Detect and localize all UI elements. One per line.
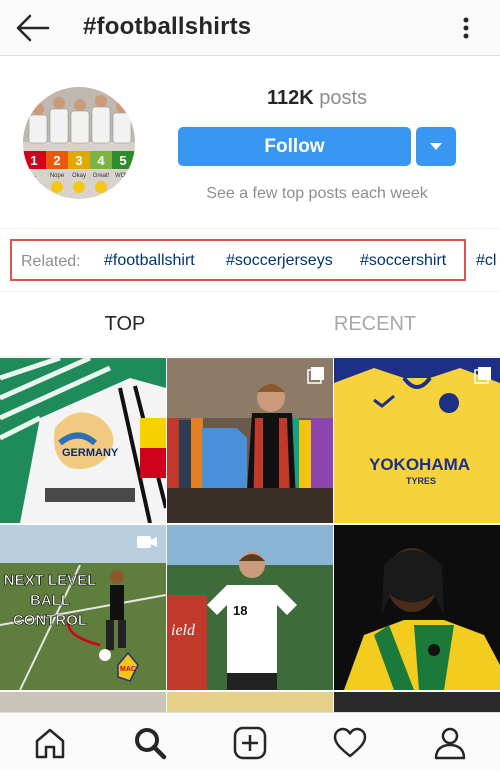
post-text: CONTROL — [13, 612, 87, 629]
top-bar: #footballshirts — [0, 0, 500, 56]
posts-count: 112K posts — [178, 87, 456, 110]
post-thumbnail[interactable] — [167, 692, 333, 712]
tab-recent[interactable]: RECENT — [250, 313, 500, 336]
tab-top[interactable]: TOP — [0, 313, 250, 336]
avatar-word: Okay — [72, 173, 86, 179]
posts-label: posts — [319, 87, 368, 109]
hashtag-header: 1 2 3 4 5 ... Nope Okay Great! WOW 112K … — [0, 57, 500, 227]
more-vertical-icon[interactable] — [452, 12, 480, 44]
avatar-word: WOW — [115, 173, 131, 179]
related-tag[interactable]: #footballshirt — [104, 252, 195, 270]
search-icon[interactable] — [132, 725, 168, 761]
related-tag[interactable]: #cl — [476, 252, 496, 270]
follow-subtext: See a few top posts each week — [206, 185, 428, 202]
hashtag-title: #footballshirts — [83, 13, 252, 40]
post-bg-text: ield — [171, 622, 196, 639]
related-hashtags-bar[interactable]: Related: #footballshirt #soccerjerseys #… — [0, 228, 500, 292]
avatar-number: 4 — [97, 153, 105, 168]
posts-number: 112K — [266, 87, 314, 109]
follow-button[interactable]: Follow — [178, 127, 411, 166]
post-tabs: TOP RECENT — [0, 293, 500, 357]
hashtag-avatar: 1 2 3 4 5 ... Nope Okay Great! WOW — [23, 87, 135, 199]
post-thumbnail[interactable] — [334, 525, 500, 690]
post-thumbnail[interactable]: NEXT LEVEL BALL CONTROL MAC — [0, 525, 166, 690]
post-badge: MAC — [120, 666, 136, 673]
add-post-icon[interactable] — [232, 725, 268, 761]
post-thumbnail[interactable]: GERMANY — [0, 358, 166, 523]
avatar-number: 5 — [119, 153, 126, 168]
avatar-number: 3 — [75, 153, 82, 168]
post-thumbnail[interactable] — [167, 358, 333, 523]
post-thumbnail[interactable]: ield 18 — [167, 525, 333, 690]
avatar-word: ... — [31, 173, 36, 179]
caret-down-icon — [430, 143, 442, 150]
avatar-number: 2 — [53, 153, 60, 168]
home-icon[interactable] — [32, 725, 68, 761]
avatar-word: Nope — [50, 173, 65, 179]
avatar-number: 1 — [30, 153, 37, 168]
related-tag[interactable]: #soccerjerseys — [226, 252, 333, 270]
post-subtext: TYRES — [406, 476, 436, 486]
avatar-word: Great! — [93, 173, 110, 179]
post-thumbnail[interactable] — [334, 692, 500, 712]
related-tag[interactable]: #soccershirt — [360, 252, 446, 270]
post-number: 18 — [233, 603, 247, 618]
bottom-navigation — [0, 712, 500, 770]
post-text: NEXT LEVEL — [4, 572, 97, 589]
related-label: Related: — [21, 253, 81, 270]
multiple-posts-icon — [474, 367, 491, 384]
post-text: BALL — [30, 592, 70, 609]
back-arrow-icon[interactable] — [14, 12, 50, 44]
follow-dropdown-button[interactable] — [416, 127, 456, 166]
video-icon — [137, 536, 157, 548]
post-thumbnail[interactable]: YOKOHAMA TYRES — [334, 358, 500, 523]
posts-grid: GERMANY YOKOHAMA TYRES NEXT LEVEL BALL C… — [0, 358, 500, 712]
post-thumbnail[interactable] — [0, 692, 166, 712]
heart-icon[interactable] — [332, 725, 368, 761]
profile-icon[interactable] — [432, 725, 468, 761]
post-text: YOKOHAMA — [369, 455, 470, 474]
post-text: GERMANY — [62, 447, 119, 459]
multiple-posts-icon — [307, 367, 324, 384]
